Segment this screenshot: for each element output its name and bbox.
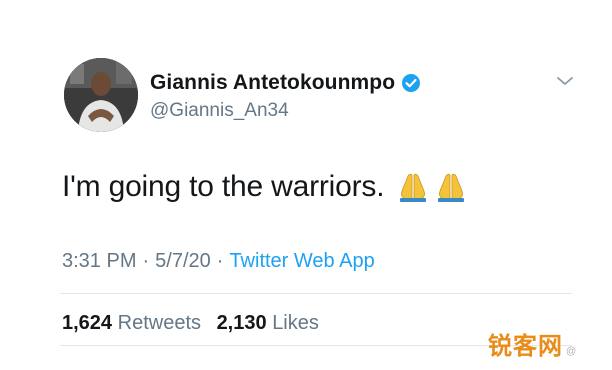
name-row: Giannis Antetokounmpo [150,71,421,95]
retweets-stat[interactable]: 1,624 Retweets [62,312,207,334]
avatar[interactable] [64,58,138,132]
display-name[interactable]: Giannis Antetokounmpo [150,71,395,95]
tweet-body: I'm going to the warriors. [62,170,468,204]
folded-hands-icon [434,171,468,203]
verified-badge-icon [401,73,421,93]
retweets-count: 1,624 [62,312,113,334]
tweet-time[interactable]: 3:31 PM [62,250,136,272]
tweet-date[interactable]: 5/7/20 [155,250,211,272]
meta-separator: · [142,250,150,272]
likes-count: 2,130 [216,312,267,334]
tweet-stats: 1,624 Retweets 2,130 Likes [62,312,319,335]
user-handle[interactable]: @Giannis_An34 [150,100,289,122]
chevron-down-icon[interactable] [555,74,575,88]
watermark-subtext: @ [566,346,577,357]
watermark-logo: 锐客网 [488,332,563,360]
retweets-label: Retweets [117,312,201,334]
tweet-card: Giannis Antetokounmpo @Giannis_An34 I'm … [0,0,612,370]
likes-stat[interactable]: 2,130 Likes [217,312,319,334]
tweet-meta: 3:31 PM · 5/7/20 · Twitter Web App [62,250,375,273]
folded-hands-icon [396,171,430,203]
likes-label: Likes [272,312,319,334]
meta-separator: · [216,250,224,272]
divider [60,293,572,294]
tweet-text: I'm going to the warriors. [62,170,385,203]
tweet-source-link[interactable]: Twitter Web App [229,250,374,272]
